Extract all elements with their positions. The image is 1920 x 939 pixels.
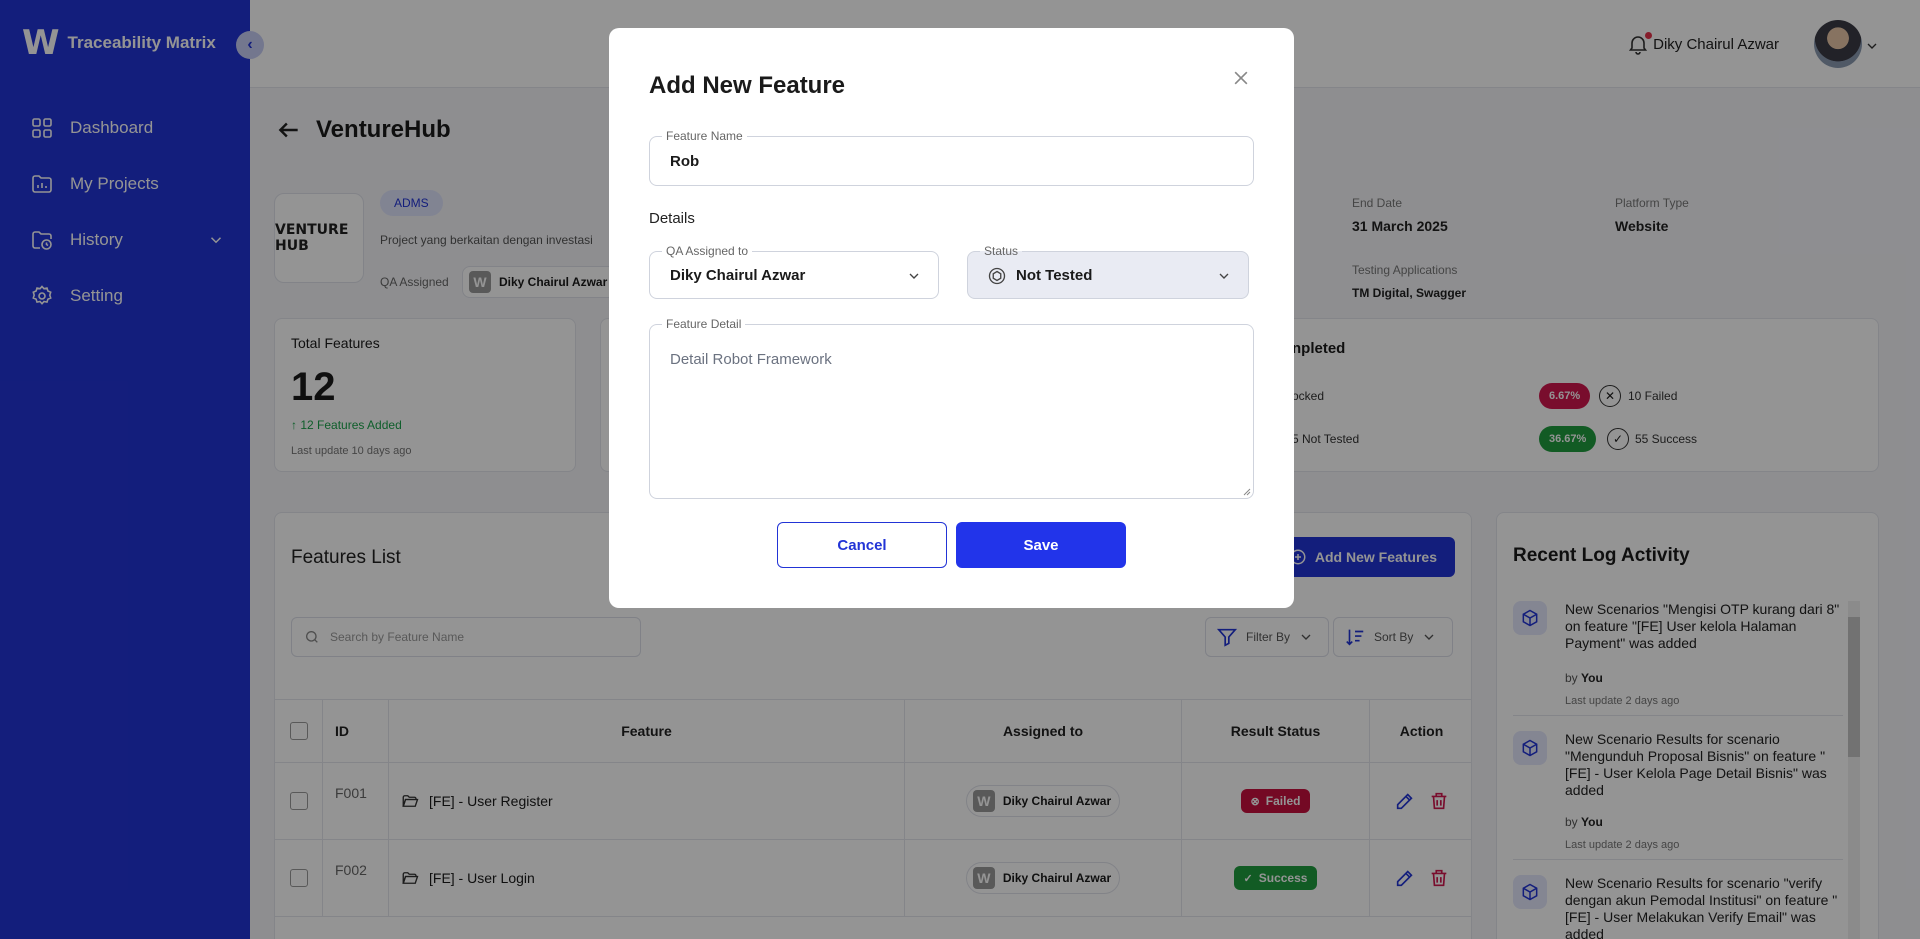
chevron-down-icon: [1219, 273, 1229, 279]
feature-name-value: Rob: [670, 153, 700, 170]
close-icon[interactable]: [1231, 68, 1251, 88]
cancel-button[interactable]: Cancel: [777, 522, 947, 568]
resize-handle-icon[interactable]: [1241, 486, 1251, 496]
status-select[interactable]: Status Not Tested: [967, 244, 1249, 299]
feature-name-field[interactable]: Feature Name Rob: [649, 129, 1254, 186]
add-feature-modal: Add New Feature Feature Name Rob Details…: [609, 28, 1294, 608]
qa-assigned-value: Diky Chairul Azwar: [670, 267, 806, 284]
status-value: Not Tested: [1016, 267, 1093, 284]
save-button[interactable]: Save: [956, 522, 1126, 568]
qa-assigned-label: QA Assigned to: [662, 244, 753, 258]
feature-name-label: Feature Name: [662, 129, 747, 143]
chevron-down-icon: [909, 273, 919, 279]
cube-icon: [988, 267, 1006, 285]
details-label: Details: [649, 210, 695, 227]
feature-detail-placeholder: Detail Robot Framework: [670, 351, 832, 368]
qa-assigned-select[interactable]: QA Assigned to Diky Chairul Azwar: [649, 244, 939, 299]
feature-detail-label: Feature Detail: [662, 317, 746, 331]
feature-detail-textarea[interactable]: Feature Detail Detail Robot Framework: [649, 317, 1254, 499]
modal-title: Add New Feature: [649, 72, 846, 99]
status-label: Status: [980, 244, 1023, 258]
